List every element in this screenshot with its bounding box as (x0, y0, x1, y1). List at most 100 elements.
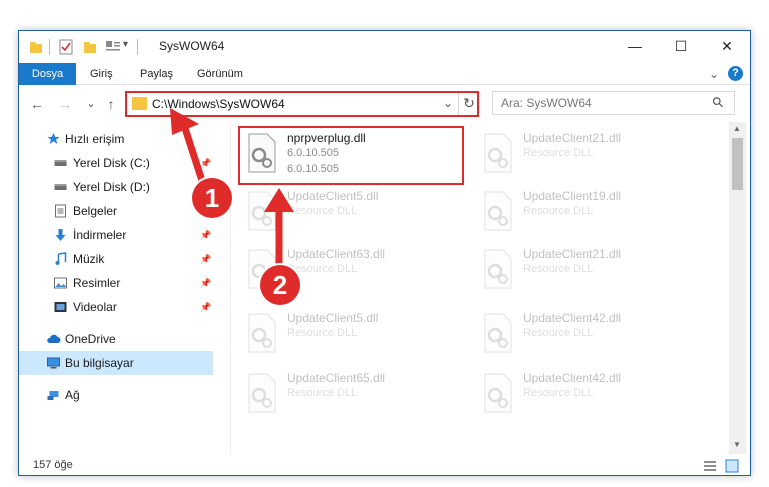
refresh-button[interactable]: ↻ (461, 95, 477, 112)
folder-icon (30, 42, 42, 53)
title-bar: ▾ SysWOW64 — ☐ ✕ (19, 31, 750, 63)
maximize-button[interactable]: ☐ (658, 31, 704, 61)
sidebar-item-label: Videolar (73, 300, 117, 314)
address-bar[interactable]: C:\Windows\SysWOW64 ⌄ ↻ (125, 91, 479, 117)
vertical-scrollbar[interactable]: ▲ ▼ (729, 122, 746, 454)
file-item[interactable]: UpdateClient42.dll Resource DLL (475, 367, 697, 421)
customize-icon[interactable] (105, 39, 121, 55)
file-name: UpdateClient5.dll (287, 311, 379, 325)
sidebar-item-local-disk-d[interactable]: Yerel Disk (D:) 📌 (19, 175, 213, 199)
drive-icon (54, 160, 67, 166)
sidebar-item-label: Hızlı erişim (65, 132, 125, 146)
sidebar-item-label: Yerel Disk (D:) (73, 180, 150, 194)
file-item[interactable]: UpdateClient5.dll Resource DLL (239, 185, 461, 239)
search-input[interactable]: Ara: SysWOW64 (501, 96, 592, 110)
dll-file-icon (484, 133, 512, 173)
pane-divider (230, 123, 231, 455)
drive-icon (54, 184, 67, 190)
sidebar-item-quick-access[interactable]: Hızlı erişim (19, 127, 213, 151)
address-path[interactable]: C:\Windows\SysWOW64 (152, 97, 285, 111)
back-button[interactable]: ← (27, 94, 47, 114)
item-count: 157 öğe (33, 459, 73, 471)
file-item[interactable]: UpdateClient65.dll Resource DLL (239, 367, 461, 421)
ribbon-collapse-icon[interactable]: ⌄ (709, 63, 719, 85)
sidebar-item-label: Belgeler (73, 204, 118, 218)
sidebar-item-videos[interactable]: Videolar 📌 (19, 295, 213, 319)
sidebar-item-music[interactable]: Müzik 📌 (19, 247, 213, 271)
file-name: UpdateClient21.dll (523, 131, 622, 145)
tab-share[interactable]: Paylaş (140, 63, 173, 85)
pin-icon[interactable]: 📌 (200, 271, 211, 295)
documents-icon (55, 204, 66, 218)
status-bar: 157 öğe (19, 455, 750, 477)
file-description: Resource DLL (523, 205, 594, 217)
large-icons-view-icon[interactable] (725, 459, 739, 473)
star-icon (47, 133, 60, 144)
forward-button[interactable]: → (55, 94, 75, 114)
search-box[interactable]: Ara: SysWOW64 ⚲ (492, 91, 735, 115)
help-icon[interactable]: ? (728, 66, 743, 81)
file-name: UpdateClient42.dll (523, 371, 622, 385)
sidebar-item-onedrive[interactable]: OneDrive (19, 327, 213, 351)
recent-locations-button[interactable]: ⌄ (81, 94, 101, 114)
scrollbar-thumb[interactable] (732, 138, 743, 190)
file-item[interactable]: UpdateClient19.dll Resource DLL (475, 185, 697, 239)
file-name: UpdateClient63.dll (287, 247, 386, 261)
file-item[interactable]: UpdateClient21.dll Resource DLL (475, 127, 697, 181)
file-description: Resource DLL (523, 327, 594, 339)
explorer-window: ▾ SysWOW64 — ☐ ✕ Dosya Giriş Paylaş Görü… (18, 30, 751, 476)
dll-file-icon (484, 191, 512, 231)
sidebar-item-label: Ağ (65, 388, 80, 402)
download-icon (55, 229, 66, 241)
pin-icon[interactable]: 📌 (200, 295, 211, 319)
file-name: UpdateClient5.dll (287, 189, 379, 203)
tab-home[interactable]: Giriş (90, 63, 113, 85)
minimize-button[interactable]: — (612, 31, 658, 61)
tab-view[interactable]: Görünüm (197, 63, 243, 85)
sidebar-item-this-pc[interactable]: Bu bilgisayar (19, 351, 213, 375)
qa-dropdown-icon[interactable]: ▾ (123, 39, 128, 50)
file-name: UpdateClient65.dll (287, 371, 386, 385)
music-icon (55, 252, 67, 265)
file-description: Resource DLL (287, 387, 358, 399)
pictures-icon (54, 277, 67, 289)
cloud-icon (47, 334, 61, 343)
divider (49, 39, 50, 55)
address-dropdown-icon[interactable]: ⌄ (443, 96, 453, 110)
sidebar-item-pictures[interactable]: Resimler 📌 (19, 271, 213, 295)
dll-file-icon (484, 313, 512, 353)
ribbon: Dosya Giriş Paylaş Görünüm ⌄ ? (19, 63, 750, 85)
dll-file-icon (248, 373, 276, 413)
sidebar-item-downloads[interactable]: İndirmeler 📌 (19, 223, 213, 247)
sidebar-item-label: OneDrive (65, 332, 116, 346)
new-folder-icon[interactable] (83, 39, 97, 55)
pin-icon[interactable]: 📌 (200, 247, 211, 271)
pin-icon[interactable]: 📌 (200, 151, 211, 175)
details-view-icon[interactable] (703, 460, 717, 472)
sidebar-item-label: İndirmeler (73, 228, 127, 242)
file-item[interactable]: UpdateClient5.dll Resource DLL (239, 307, 461, 361)
properties-icon[interactable] (59, 39, 73, 55)
sidebar-item-documents[interactable]: Belgeler 📌 (19, 199, 213, 223)
file-name: UpdateClient42.dll (523, 311, 622, 325)
tab-file[interactable]: Dosya (19, 63, 76, 85)
search-icon[interactable]: ⚲ (708, 93, 727, 112)
up-button[interactable]: ↑ (101, 94, 121, 114)
folder-icon (132, 97, 147, 110)
close-button[interactable]: ✕ (704, 31, 750, 61)
computer-icon (47, 357, 60, 369)
file-description: Resource DLL (287, 263, 358, 275)
file-description: Resource DLL (287, 205, 358, 217)
sidebar-item-network[interactable]: Ağ (19, 383, 213, 407)
pin-icon[interactable]: 📌 (200, 223, 211, 247)
dll-file-icon (484, 249, 512, 289)
sidebar-item-label: Yerel Disk (C:) (73, 156, 150, 170)
sidebar-item-label: Bu bilgisayar (65, 356, 134, 370)
file-description: Resource DLL (287, 327, 358, 339)
scroll-up-icon[interactable]: ▲ (733, 124, 741, 133)
scroll-down-icon[interactable]: ▼ (733, 440, 741, 449)
sidebar-item-local-disk-c[interactable]: Yerel Disk (C:) 📌 (19, 151, 213, 175)
file-item[interactable]: UpdateClient21.dll Resource DLL (475, 243, 697, 297)
file-description: Resource DLL (523, 387, 594, 399)
file-item[interactable]: UpdateClient42.dll Resource DLL (475, 307, 697, 361)
